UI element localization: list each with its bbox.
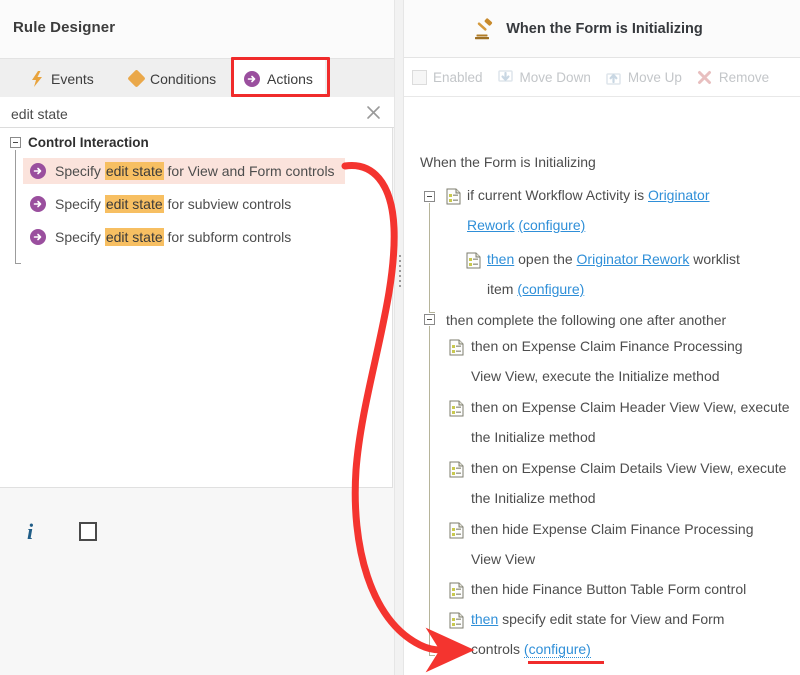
rule-document-icon bbox=[466, 252, 481, 269]
action-arrow-icon bbox=[244, 71, 260, 87]
search-input[interactable] bbox=[9, 97, 353, 130]
tree-guide-line bbox=[429, 326, 430, 656]
search-match-highlight: edit state bbox=[105, 228, 164, 246]
search-match-highlight: edit state bbox=[105, 162, 164, 180]
panel-splitter[interactable] bbox=[394, 0, 404, 675]
checkbox-icon[interactable] bbox=[412, 70, 427, 85]
link-originator-rework-cont[interactable]: Rework bbox=[467, 217, 514, 233]
link-originator-rework-worklist[interactable]: Originator Rework bbox=[577, 251, 690, 267]
configure-annotation-underline bbox=[528, 661, 604, 664]
link-originator-rework[interactable]: Originator bbox=[648, 187, 709, 203]
tab-actions[interactable]: Actions bbox=[232, 59, 325, 98]
enabled-checkbox[interactable]: Enabled bbox=[412, 70, 483, 85]
bolt-icon bbox=[30, 71, 44, 87]
list-item-text: Specify edit state for View and Form con… bbox=[55, 163, 335, 179]
gavel-icon bbox=[471, 17, 495, 41]
collapse-icon[interactable] bbox=[424, 314, 435, 325]
tab-actions-label: Actions bbox=[267, 71, 313, 87]
rule-document-icon bbox=[449, 582, 464, 599]
remove-label: Remove bbox=[719, 70, 769, 85]
enabled-label: Enabled bbox=[433, 70, 483, 85]
rule-document-icon bbox=[446, 188, 461, 205]
result-group-control-interaction[interactable]: Control Interaction bbox=[0, 132, 149, 153]
rule-document-icon bbox=[449, 339, 464, 356]
close-icon[interactable] bbox=[365, 104, 382, 121]
tab-strip: Events Conditions Actions bbox=[0, 58, 394, 98]
move-down-label: Move Down bbox=[520, 70, 591, 85]
rule-header-title: When the Form is Initializing bbox=[506, 21, 703, 37]
tree-guide-line bbox=[429, 203, 430, 313]
link-then[interactable]: then bbox=[487, 251, 514, 267]
rule-node-execute-header-initialize[interactable]: then on Expense Claim Header View View, … bbox=[471, 392, 800, 452]
page-title: Rule Designer bbox=[13, 19, 115, 36]
move-up-icon bbox=[605, 69, 622, 86]
rule-node-open-worklist[interactable]: then open the Originator Rework worklist… bbox=[487, 244, 800, 304]
link-configure[interactable]: (configure) bbox=[524, 641, 591, 658]
list-item-text: Specify edit state for subview controls bbox=[55, 196, 291, 212]
rule-designer-window: Rule Designer Events Conditions bbox=[0, 0, 800, 675]
move-down-icon bbox=[497, 69, 514, 86]
search-match-highlight: edit state bbox=[105, 195, 164, 213]
move-down-button[interactable]: Move Down bbox=[497, 69, 591, 86]
rule-document-icon bbox=[449, 612, 464, 629]
tab-events-label: Events bbox=[51, 71, 94, 87]
rule-root-label: When the Form is Initializing bbox=[420, 154, 596, 170]
tab-conditions-label: Conditions bbox=[150, 71, 216, 87]
right-panel: When the Form is Initializing Enabled Mo… bbox=[404, 0, 800, 675]
action-arrow-icon bbox=[30, 196, 46, 212]
action-arrow-icon bbox=[30, 163, 46, 179]
list-item-text: Specify edit state for subform controls bbox=[55, 229, 291, 245]
result-group-label: Control Interaction bbox=[28, 135, 149, 150]
rule-header: When the Form is Initializing bbox=[404, 0, 800, 58]
tree-guide-line bbox=[15, 150, 16, 264]
move-up-label: Move Up bbox=[628, 70, 682, 85]
rule-tree[interactable]: When the Form is Initializing if current… bbox=[404, 97, 800, 675]
rule-node-condition[interactable]: if current Workflow Activity is Originat… bbox=[467, 180, 797, 240]
rule-node-hide-finance-view[interactable]: then hide Expense Claim Finance Processi… bbox=[471, 514, 800, 574]
move-up-button[interactable]: Move Up bbox=[605, 69, 682, 86]
search-results-list[interactable]: Control Interaction Specify edit state f… bbox=[0, 128, 393, 488]
action-arrow-icon bbox=[30, 229, 46, 245]
rule-node-execute-details-initialize[interactable]: then on Expense Claim Details View View,… bbox=[471, 453, 800, 513]
rule-document-icon bbox=[449, 400, 464, 417]
rule-node-hide-finance-button-table[interactable]: then hide Finance Button Table Form cont… bbox=[471, 574, 800, 604]
link-configure[interactable]: (configure) bbox=[517, 281, 584, 297]
splitter-grip-icon bbox=[399, 255, 401, 287]
list-item[interactable]: Specify edit state for View and Form con… bbox=[23, 158, 345, 184]
link-configure[interactable]: (configure) bbox=[518, 217, 585, 233]
window-titlebar: Rule Designer bbox=[0, 0, 394, 58]
rule-node-specify-edit-state[interactable]: then specify edit state for View and For… bbox=[471, 604, 800, 664]
left-bottom-toolbar: i bbox=[0, 489, 394, 675]
info-icon[interactable]: i bbox=[27, 519, 33, 545]
remove-x-icon bbox=[696, 69, 713, 86]
collapse-icon[interactable] bbox=[10, 137, 21, 148]
rule-document-icon bbox=[449, 461, 464, 478]
search-bar bbox=[0, 97, 394, 128]
diamond-icon bbox=[127, 69, 145, 87]
link-then[interactable]: then bbox=[471, 611, 498, 627]
rule-document-icon bbox=[449, 522, 464, 539]
list-item[interactable]: Specify edit state for subform controls bbox=[23, 224, 291, 250]
list-item[interactable]: Specify edit state for subview controls bbox=[23, 191, 291, 217]
left-panel: Rule Designer Events Conditions bbox=[0, 0, 394, 675]
collapse-icon[interactable] bbox=[424, 191, 435, 202]
rule-toolbar: Enabled Move Down Move U bbox=[404, 58, 800, 97]
rule-node-execute-finance-initialize[interactable]: then on Expense Claim Finance Processing… bbox=[471, 331, 800, 391]
remove-button[interactable]: Remove bbox=[696, 69, 769, 86]
panel-square-icon[interactable] bbox=[79, 522, 97, 541]
tab-conditions[interactable]: Conditions bbox=[118, 59, 228, 98]
tab-events[interactable]: Events bbox=[18, 59, 106, 98]
